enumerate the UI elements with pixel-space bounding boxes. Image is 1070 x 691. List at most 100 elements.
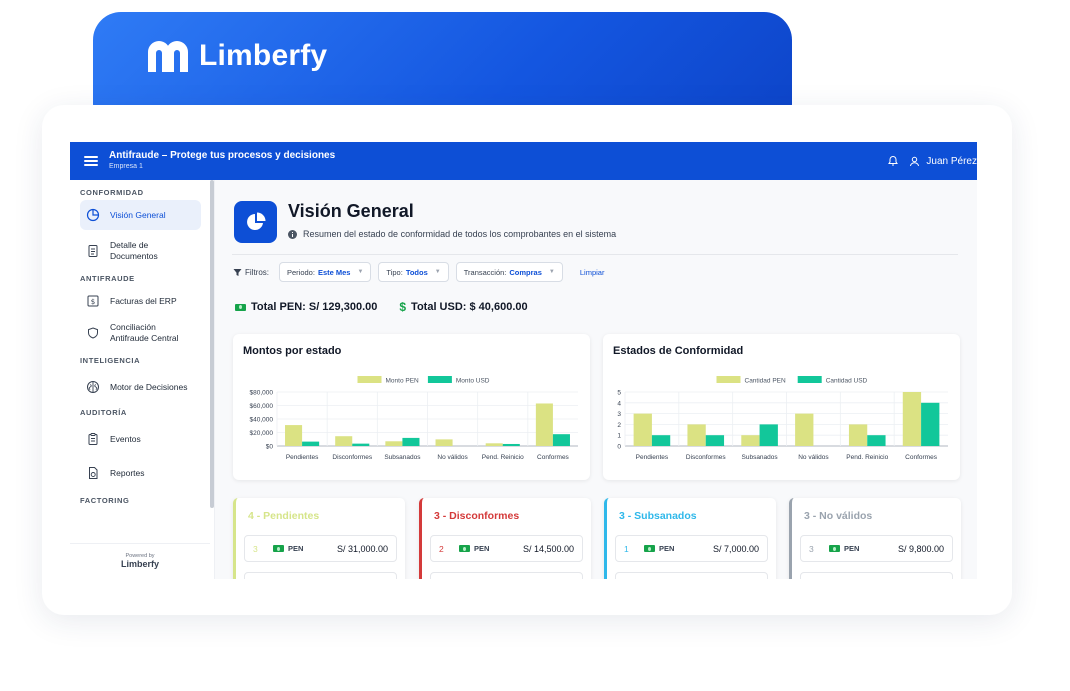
sidebar-item-motor-decisiones[interactable]: Motor de Decisiones — [80, 372, 201, 402]
total-pen-text: Total PEN: S/ 129,300.00 — [251, 301, 378, 313]
status-card-currency-text: PEN — [844, 544, 860, 553]
pie-chart-icon — [246, 212, 265, 230]
cash-icon — [273, 545, 284, 552]
bar[interactable] — [535, 403, 553, 446]
sidebar-item-label: Visión General — [110, 210, 166, 220]
status-card-currency-text: PEN — [288, 544, 304, 553]
bar[interactable] — [385, 441, 403, 446]
page-subtitle: Resumen del estado de conformidad de tod… — [288, 229, 616, 239]
bar[interactable] — [848, 424, 868, 446]
filter-periodo[interactable]: Periodo: Este Mes ▼ — [279, 262, 372, 282]
sidebar-item-label: Eventos — [110, 434, 141, 444]
status-card-disconformes[interactable]: 3 - Disconformes 2 PEN S/ 14,500.00 — [419, 498, 591, 579]
y-tick-label: $0 — [266, 444, 274, 451]
status-card-row-usd — [615, 572, 768, 579]
status-card-amount: S/ 14,500.00 — [522, 543, 574, 554]
status-card-count: 2 — [439, 543, 444, 554]
bar[interactable] — [741, 435, 760, 446]
filter-tipo[interactable]: Tipo: Todos ▼ — [378, 262, 449, 282]
status-card-count: 3 — [809, 543, 814, 554]
status-card-row: 3 PEN S/ 9,800.00 — [800, 535, 953, 562]
page-subtitle-text: Resumen del estado de conformidad de tod… — [303, 229, 617, 239]
dollar-icon: $ — [399, 300, 407, 314]
x-tick-label: No válidos — [437, 454, 468, 461]
app-window: Antifraude – Protege tus procesos y deci… — [70, 142, 977, 579]
x-tick-label: Pendientes — [636, 454, 669, 461]
status-card-title: 4 - Pendientes — [248, 510, 320, 522]
status-card-title: 3 - Disconformes — [434, 510, 520, 522]
y-tick-label: 5 — [617, 390, 621, 397]
sidebar-section-factoring: FACTORING — [80, 496, 130, 505]
filter-transaccion-value: Compras — [509, 267, 542, 277]
sidebar-item-eventos[interactable]: Eventos — [80, 424, 201, 454]
status-card-title: 3 - Subsanados — [619, 510, 697, 522]
x-tick-label: Disconformes — [686, 454, 726, 461]
x-tick-label: Subsanados — [742, 454, 779, 461]
bar[interactable] — [651, 435, 671, 446]
filter-tipo-label: Tipo: — [386, 267, 403, 277]
status-card-no-validos[interactable]: 3 - No válidos 3 PEN S/ 9,800.00 — [789, 498, 961, 579]
bar[interactable] — [285, 425, 303, 446]
main-content: Visión General Resumen del estado de con… — [215, 180, 977, 579]
legend-label: Monto USD — [456, 378, 490, 385]
sidebar-item-conciliacion[interactable]: Conciliación Antifraude Central — [80, 316, 201, 350]
bell-icon[interactable] — [887, 155, 899, 167]
bar[interactable] — [402, 437, 420, 446]
bar[interactable] — [502, 443, 520, 446]
sidebar-item-detalle-documentos[interactable]: Detalle de Documentos — [80, 234, 201, 268]
legend-label: Monto PEN — [386, 378, 420, 385]
status-card-row-usd — [244, 572, 397, 579]
status-card-subsanados[interactable]: 3 - Subsanados 1 PEN S/ 7,000.00 — [604, 498, 776, 579]
chevron-down-icon: ▼ — [434, 269, 441, 275]
bar[interactable] — [335, 436, 353, 446]
sidebar-scrollbar[interactable] — [210, 180, 214, 508]
bar[interactable] — [759, 424, 778, 446]
sidebar-section-inteligencia: INTELIGENCIA — [80, 356, 141, 365]
status-card-title: 3 - No válidos — [804, 510, 873, 522]
clipboard-icon — [88, 433, 98, 445]
x-tick-label: Disconformes — [332, 454, 372, 461]
x-tick-label: No válidos — [798, 454, 829, 461]
info-icon — [288, 229, 297, 239]
document-icon — [88, 245, 98, 257]
bar[interactable] — [902, 392, 922, 446]
bar[interactable] — [633, 413, 652, 446]
status-card-count: 1 — [624, 543, 629, 554]
svg-text:$: $ — [91, 298, 95, 306]
x-tick-label: Conformes — [905, 454, 938, 461]
y-tick-label: 0 — [617, 444, 621, 451]
sidebar-item-reportes[interactable]: Reportes — [80, 458, 201, 488]
limberfy-mark-icon — [148, 41, 188, 72]
user-menu[interactable]: Juan Pérez — [909, 156, 977, 167]
bar[interactable] — [435, 439, 453, 446]
sidebar-item-facturas-erp[interactable]: $ Facturas del ERP — [80, 286, 201, 316]
y-tick-label: $80,000 — [250, 390, 274, 397]
bar[interactable] — [302, 441, 320, 446]
chart-title: Montos por estado — [243, 345, 342, 357]
status-card-pendientes[interactable]: 4 - Pendientes 3 PEN S/ 31,000.00 — [233, 498, 405, 579]
chart-estados-svg: Cantidad PEN Cantidad USD 0 1 2 3 4 5 Pendientes… — [617, 376, 948, 461]
filter-transaccion[interactable]: Transacción: Compras ▼ — [455, 262, 563, 282]
legend-swatch — [427, 376, 452, 383]
bar[interactable] — [687, 424, 706, 446]
sidebar-item-label: Detalle de Documentos — [110, 240, 158, 261]
legend-label: Cantidad PEN — [745, 378, 786, 385]
clear-filters-link[interactable]: Limpiar — [580, 268, 605, 277]
total-usd-text: Total USD: $ 40,600.00 — [411, 301, 528, 313]
status-card-currency: PEN — [644, 544, 674, 553]
bar[interactable] — [485, 443, 503, 446]
bar[interactable] — [705, 435, 725, 446]
filter-transaccion-label: Transacción: — [463, 267, 507, 277]
bar[interactable] — [867, 435, 886, 446]
bar[interactable] — [795, 413, 814, 446]
topbar-actions: Juan Pérez — [887, 142, 977, 180]
sidebar-item-vision-general[interactable]: Visión General — [80, 200, 201, 230]
bar[interactable] — [552, 434, 570, 446]
chart-card-montos: Montos por estado Monto PEN Monto USD $0 $2… — [233, 334, 590, 480]
menu-icon[interactable] — [84, 156, 98, 166]
sidebar-item-label: Conciliación Antifraude Central — [110, 322, 179, 343]
filter-bar: Filtros: Periodo: Este Mes ▼ Tipo: Todos… — [233, 262, 604, 282]
legend-swatch — [797, 376, 822, 383]
bar[interactable] — [921, 402, 940, 446]
bar[interactable] — [352, 443, 370, 446]
